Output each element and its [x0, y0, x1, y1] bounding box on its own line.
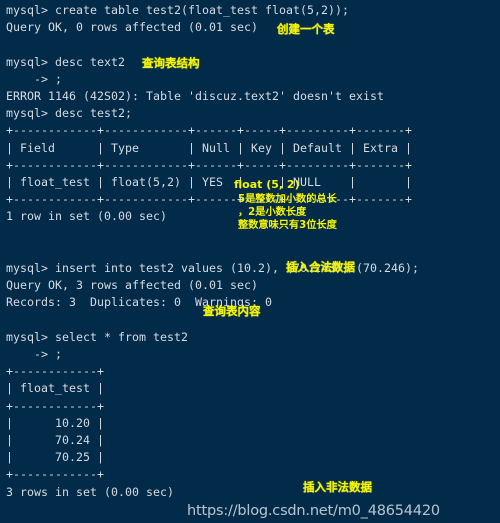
annotation-float-line1: 5是整数加小数的总长: [238, 194, 337, 205]
annotation-desc-structure: 查询表结构: [142, 56, 200, 70]
annotation-float-line2: ，2是小数长度: [238, 207, 307, 218]
annotation-insert-invalid: 插入非法数据: [303, 480, 372, 494]
annotation-float-title: float (5, 2): [234, 178, 300, 191]
terminal-screen: mysql> create table test2(float_test flo…: [0, 0, 500, 523]
annotation-select-content: 查询表内容: [203, 304, 261, 318]
annotation-float-line3: 整数意味只有3位长度: [238, 220, 337, 231]
annotation-insert-valid: 插入合法数据: [286, 260, 355, 274]
annotation-create-table: 创建一个表: [277, 22, 335, 36]
terminal-output[interactable]: mysql> create table test2(float_test flo…: [6, 2, 500, 523]
